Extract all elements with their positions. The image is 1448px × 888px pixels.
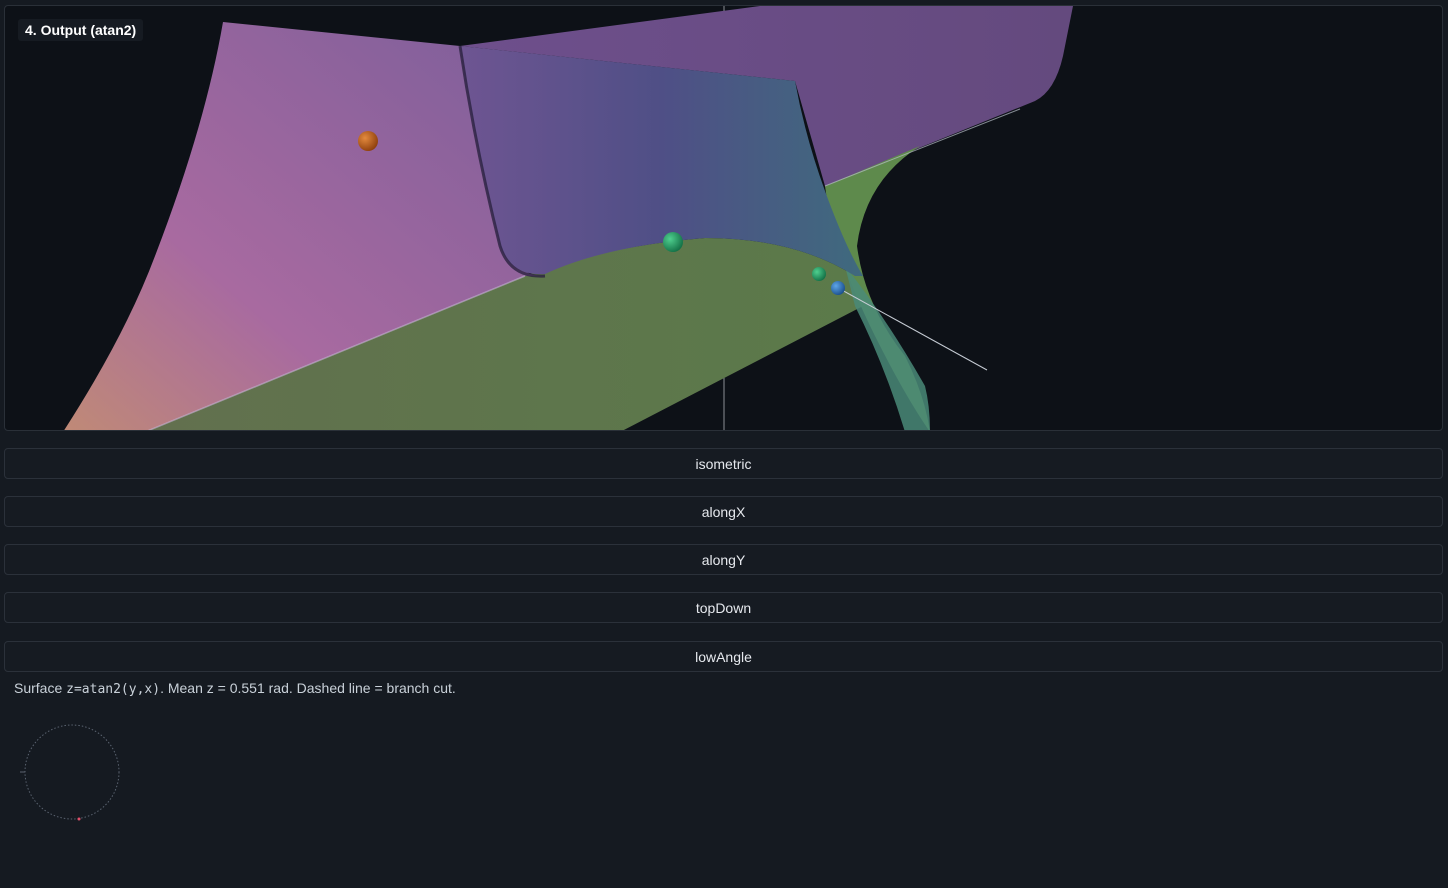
- 3d-viewport[interactable]: 4. Output (atan2): [4, 5, 1443, 431]
- marker-green-1[interactable]: [663, 232, 683, 252]
- gizmo-indicator: [77, 817, 81, 821]
- view-alongy-button[interactable]: alongY: [4, 544, 1443, 575]
- view-isometric-button[interactable]: isometric: [4, 448, 1443, 479]
- orientation-gizmo[interactable]: [20, 722, 124, 826]
- view-lowangle-button[interactable]: lowAngle: [4, 641, 1443, 672]
- caption-formula: z=atan2(y,x): [66, 682, 161, 697]
- branch-cut-line: [839, 288, 988, 371]
- gizmo-ring: [24, 724, 120, 820]
- surface-caption: Surface z=atan2(y,x). Mean z = 0.551 rad…: [14, 680, 456, 697]
- view-alongx-button[interactable]: alongX: [4, 496, 1443, 527]
- caption-prefix: Surface: [14, 680, 67, 696]
- marker-green-2[interactable]: [812, 267, 826, 281]
- view-topdown-button[interactable]: topDown: [4, 592, 1443, 623]
- marker-blue[interactable]: [831, 281, 845, 295]
- surface-curl-teal: [845, 266, 930, 430]
- surface-render: [64, 6, 1073, 430]
- marker-orange[interactable]: [358, 131, 378, 151]
- panel-title: 4. Output (atan2): [18, 19, 144, 41]
- app-page: 4. Output (atan2) isometric alongX along…: [0, 0, 1448, 888]
- caption-suffix: . Mean z = 0.551 rad. Dashed line = bran…: [160, 680, 456, 696]
